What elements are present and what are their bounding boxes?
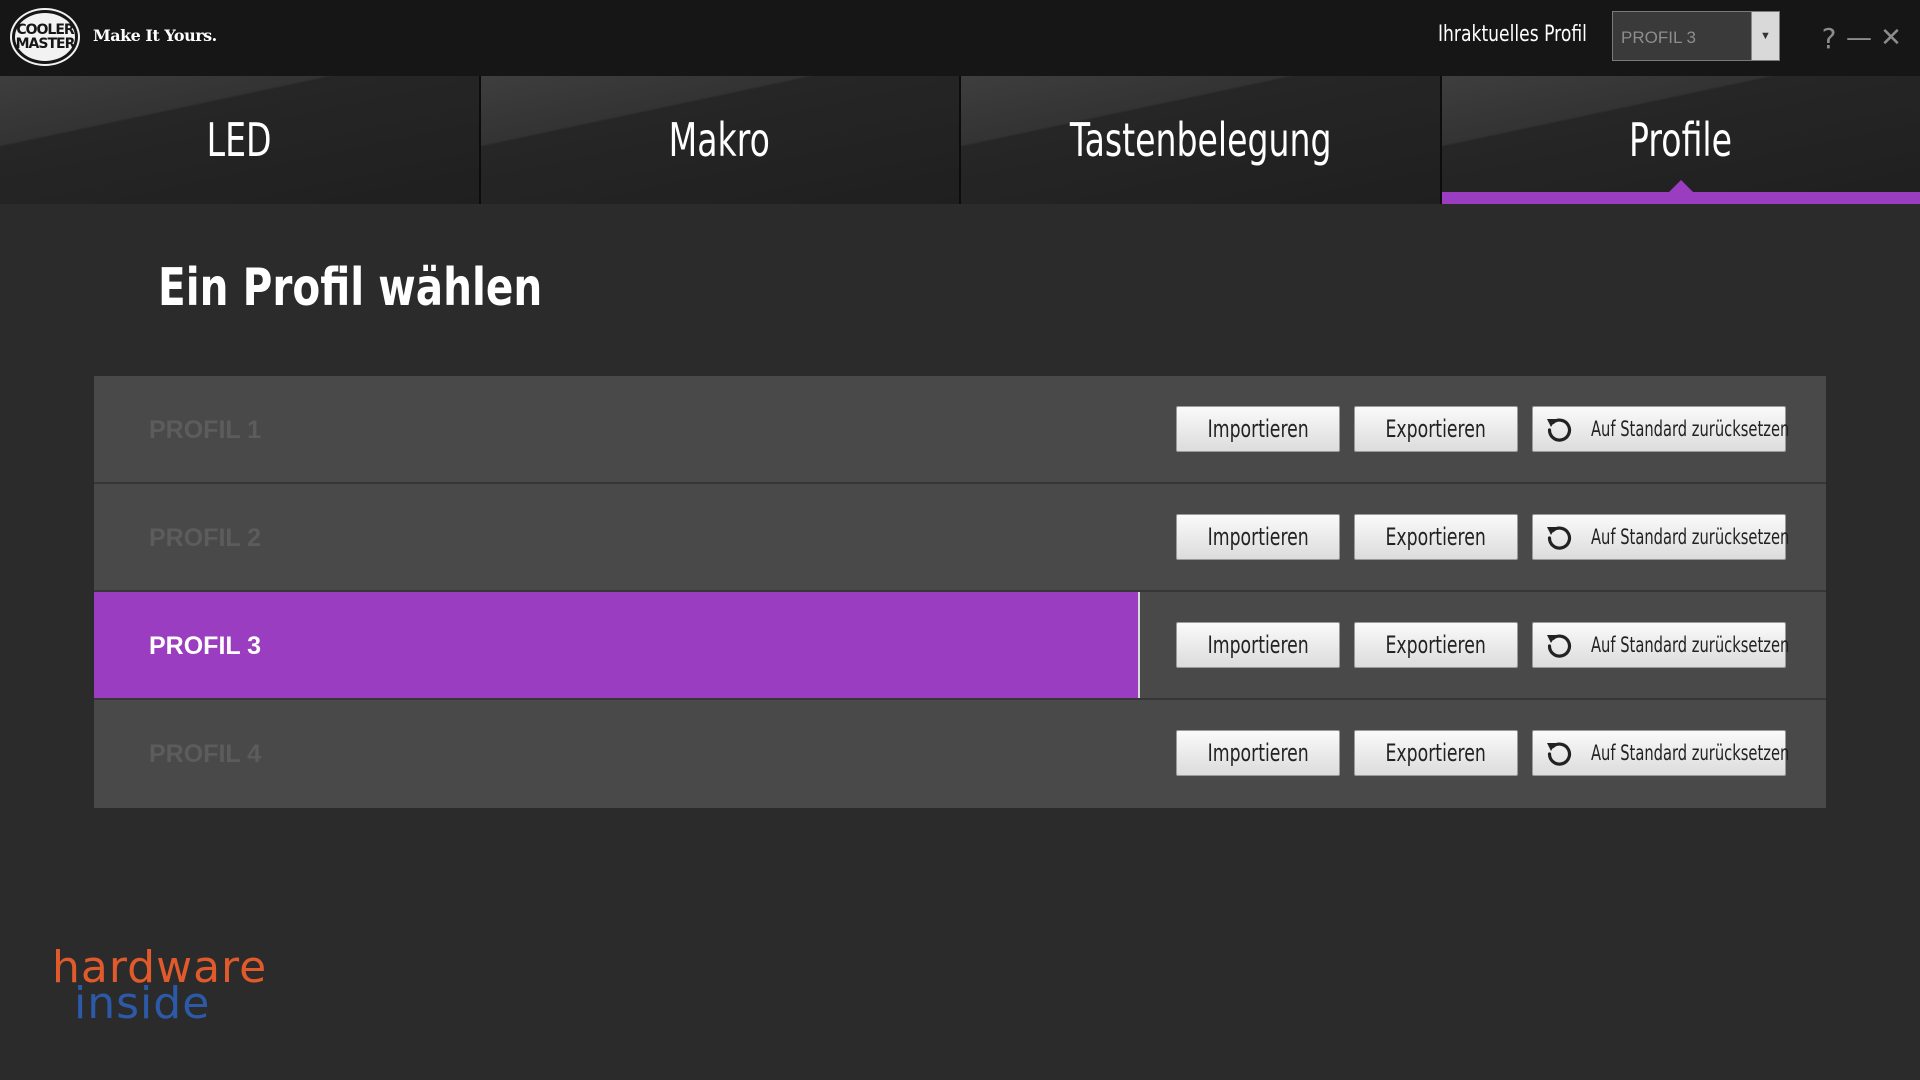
help-button[interactable]: ? — [1816, 18, 1842, 58]
help-icon: ? — [1821, 21, 1837, 55]
caret-down-icon[interactable]: ▼ — [1751, 12, 1779, 60]
export-button[interactable]: Exportieren — [1354, 622, 1518, 668]
export-button[interactable]: Exportieren — [1354, 514, 1518, 560]
tab-tastenbelegung[interactable]: Tastenbelegung — [961, 76, 1442, 204]
tab-led[interactable]: LED — [0, 76, 481, 204]
current-profile-value: PROFIL 3 — [1621, 28, 1696, 47]
import-button[interactable]: Importieren — [1176, 622, 1340, 668]
reset-to-default-button[interactable]: Auf Standard zurücksetzen — [1532, 514, 1790, 560]
button-label: Auf Standard zurücksetzen — [1591, 633, 1790, 657]
current-profile-label: Ihraktuelles Profil — [1438, 22, 1587, 47]
button-label: Auf Standard zurücksetzen — [1591, 417, 1790, 441]
profile-name: PROFIL 3 — [149, 632, 262, 660]
profile-row-2: PROFIL 2 Importieren Exportieren Auf Sta… — [94, 484, 1826, 592]
current-profile-dropdown[interactable]: PROFIL 3 ▼ — [1612, 11, 1780, 61]
profile-name: PROFIL 1 — [149, 416, 262, 444]
button-label: Exportieren — [1385, 631, 1487, 659]
hardware-inside-watermark: hardware inside — [52, 946, 312, 1030]
cooler-master-logo: COOLER MASTER — [12, 10, 78, 64]
active-tab-underline — [1441, 192, 1920, 204]
button-label: Importieren — [1207, 739, 1309, 767]
profile-name: PROFIL 4 — [149, 740, 262, 768]
button-label: Exportieren — [1385, 739, 1487, 767]
tab-label: Makro — [669, 113, 771, 167]
watermark-line-2: inside — [74, 978, 211, 1029]
import-button[interactable]: Importieren — [1176, 730, 1340, 776]
profile-select-area[interactable]: PROFIL 4 — [94, 700, 1140, 806]
profile-list: PROFIL 1 Importieren Exportieren Auf Sta… — [94, 376, 1826, 808]
minimize-button[interactable]: — — [1844, 18, 1874, 58]
logo-text-line1: COOLER — [16, 22, 74, 38]
profile-select-area[interactable]: PROFIL 1 — [94, 376, 1140, 482]
active-tab-indicator — [1668, 180, 1693, 192]
reset-arrow-icon — [1547, 526, 1572, 550]
profile-name: PROFIL 2 — [149, 524, 262, 552]
tagline: Make It Yours. — [93, 26, 217, 45]
reset-arrow-icon — [1547, 418, 1572, 442]
button-label: Importieren — [1207, 631, 1309, 659]
import-button[interactable]: Importieren — [1176, 514, 1340, 560]
reset-to-default-button[interactable]: Auf Standard zurücksetzen — [1532, 730, 1790, 776]
button-label: Importieren — [1207, 415, 1309, 443]
profile-row-4: PROFIL 4 Importieren Exportieren Auf Sta… — [94, 700, 1826, 808]
page-title: Ein Profil wählen — [158, 258, 543, 318]
button-label: Auf Standard zurücksetzen — [1591, 525, 1790, 549]
export-button[interactable]: Exportieren — [1354, 406, 1518, 452]
close-button[interactable]: ✕ — [1876, 18, 1906, 58]
main-tabs: LED Makro Tastenbelegung Profile — [0, 76, 1920, 204]
reset-arrow-icon — [1547, 742, 1572, 766]
button-label: Importieren — [1207, 523, 1309, 551]
reset-to-default-button[interactable]: Auf Standard zurücksetzen — [1532, 622, 1790, 668]
profile-select-area[interactable]: PROFIL 2 — [94, 484, 1140, 590]
reset-to-default-button[interactable]: Auf Standard zurücksetzen — [1532, 406, 1790, 452]
tab-label: Profile — [1629, 113, 1733, 167]
reset-arrow-icon — [1547, 634, 1572, 658]
profile-row-1: PROFIL 1 Importieren Exportieren Auf Sta… — [94, 376, 1826, 484]
minimize-icon: — — [1846, 23, 1872, 53]
tab-profile[interactable]: Profile — [1441, 76, 1920, 204]
profile-row-3: PROFIL 3 Importieren Exportieren Auf Sta… — [94, 592, 1826, 700]
logo-text-line2: MASTER — [15, 36, 76, 52]
tab-label: LED — [206, 113, 272, 167]
tab-makro[interactable]: Makro — [480, 76, 961, 204]
close-icon: ✕ — [1880, 23, 1902, 53]
export-button[interactable]: Exportieren — [1354, 730, 1518, 776]
button-label: Auf Standard zurücksetzen — [1591, 741, 1790, 765]
tab-label: Tastenbelegung — [1069, 113, 1332, 167]
profile-select-area[interactable]: PROFIL 3 — [94, 592, 1140, 698]
button-label: Exportieren — [1385, 523, 1487, 551]
import-button[interactable]: Importieren — [1176, 406, 1340, 452]
button-label: Exportieren — [1385, 415, 1487, 443]
title-bar: COOLER MASTER Make It Yours. Ihraktuelle… — [0, 0, 1920, 76]
